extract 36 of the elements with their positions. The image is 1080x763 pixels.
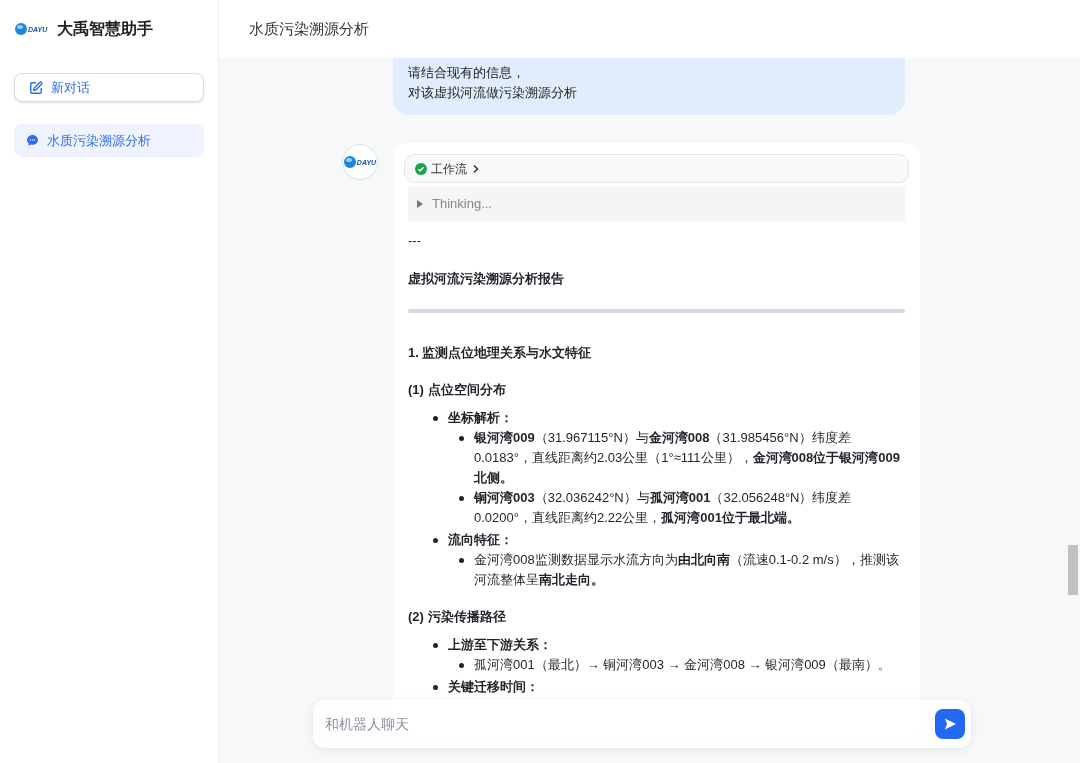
chat-title: 水质污染溯源分析 [249,18,369,39]
bullet-icon [433,685,438,690]
list-label: 关键迁移时间： [448,678,539,696]
list-label: 上游至下游关系： [448,636,552,654]
scrollbar-thumb[interactable] [1068,545,1078,595]
list-text: 孤河湾001（最北）→ 铜河湾003 → 金河湾008 → 银河湾009（最南）。 [474,656,891,674]
conversation-item[interactable]: 水质污染溯源分析 [14,124,204,157]
report-title: 虚拟河流污染溯源分析报告 [408,270,565,288]
bullet-icon [433,538,438,543]
bullet-icon [433,416,438,421]
bullet-icon [459,436,464,441]
chat-bubble-icon [26,134,39,147]
bullet-icon [433,643,438,648]
list-label: 流向特征： [448,531,513,549]
subsection-heading: (2) 污染传播路径 [408,608,507,626]
list-text: 银河湾009（31.967115°N）与金河湾008（31.985456°N）纬度差0.0183°，直线距离约2.03公里（1°≈111公里），金河湾008位于银河湾009北侧。 [474,429,901,487]
bullet-icon [459,663,464,668]
list-text: 铜河湾003（32.036242°N）与孤河湾001（32.056248°N）纬度差0.0200°，直线距离约2.22公里，孤河湾001位于最北端。 [474,489,853,527]
chevron-right-icon [471,163,481,174]
thinking-toggle[interactable]: Thinking... [408,187,905,221]
bullet-icon [459,558,464,563]
message-field[interactable]: 和机器人聊天 [325,713,935,735]
message-line: 请结合现有的信息， [408,64,526,82]
section-heading: 1. 监测点位地理关系与水文特征 [408,344,593,362]
bullet-icon [459,496,464,501]
new-chat-button[interactable]: 新对话 [14,73,204,102]
edit-icon [29,80,43,95]
send-button[interactable] [935,709,965,739]
workflow-chip[interactable]: 工作流 [404,154,909,183]
app-name: 大禹智慧助手 [57,19,154,39]
separator-text: --- [408,232,422,250]
message-line: 对该虚拟河流做污染溯源分析 [408,84,578,102]
list-text: 金河湾008监测数据显示水流方向为由北向南（流速0.1-0.2 m/s），推测该河流整体呈南北走向。 [474,551,900,589]
subsection-heading: (1) 点位空间分布 [408,381,507,399]
send-icon [943,717,957,731]
list-label: 坐标解析： [448,409,513,427]
